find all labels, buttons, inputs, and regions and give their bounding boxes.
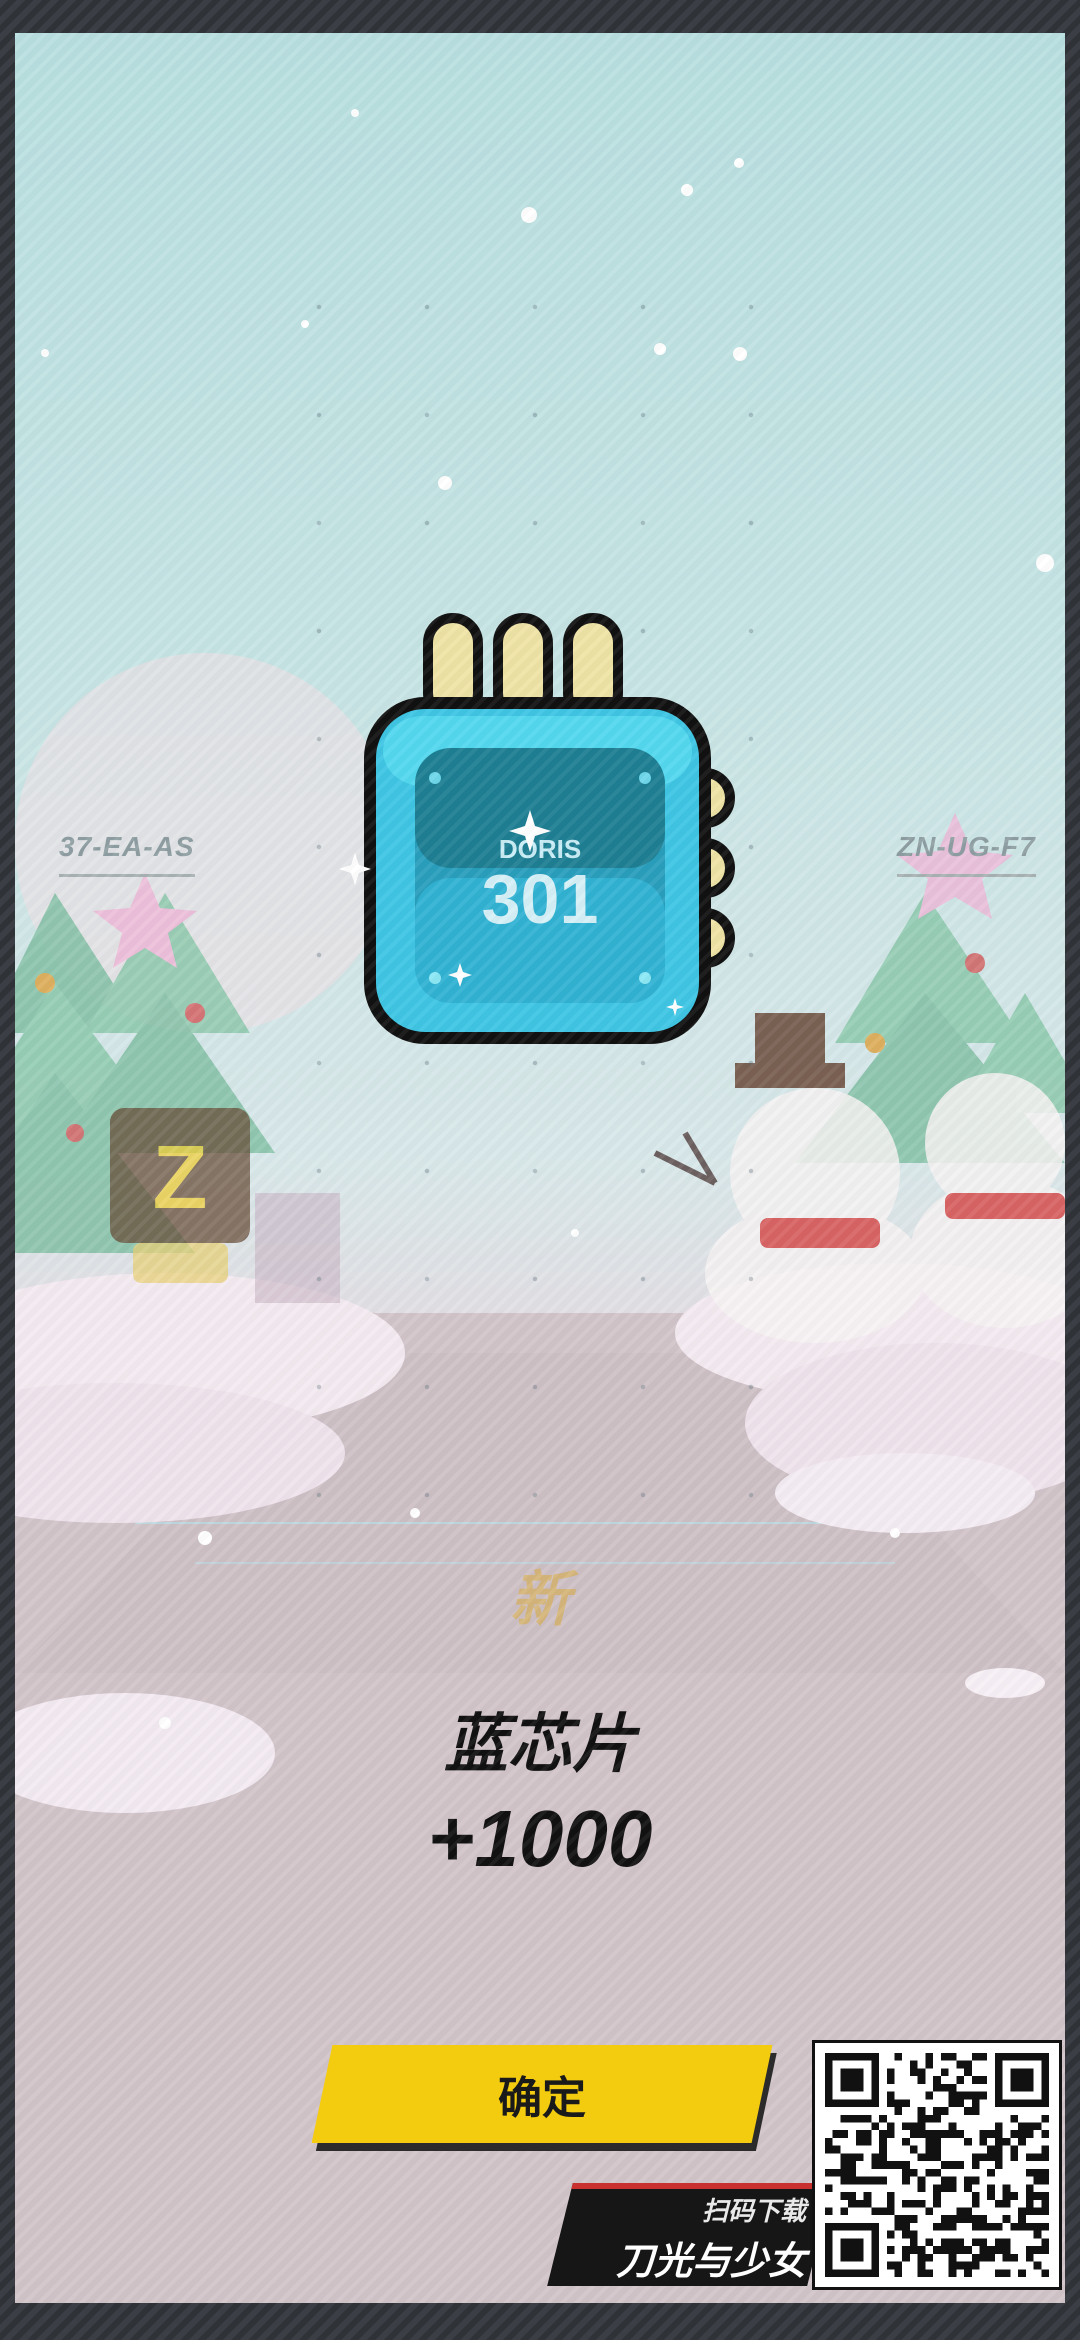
qr-code-icon[interactable] — [812, 2040, 1062, 2290]
winter-background-scene: Z — [15, 33, 1065, 2303]
reward-item-name: 蓝芯片 — [444, 1708, 636, 1782]
reward-item-amount: +1000 — [427, 1794, 653, 1883]
left-stage-marker: 37-EA-AS — [59, 831, 195, 877]
confirm-button-label: 确定 — [498, 2073, 586, 2124]
game-screen: Z 37-EA-AS ZN-UG-F7 DORIS 301 新 蓝芯片 +100… — [15, 33, 1065, 2303]
qr-code-pattern — [825, 2053, 1049, 2277]
confirm-button[interactable]: 确定 — [311, 2045, 773, 2143]
new-item-tag: 新 — [510, 1565, 570, 1635]
game-title-logo: 刀光与少女 — [615, 2239, 806, 2283]
blue-chip-icon: DORIS 301 — [339, 578, 800, 1078]
scan-download-text: 扫码下载 — [701, 2197, 806, 2227]
promo-banner: 扫码下载 刀光与少女 — [560, 2190, 820, 2286]
svg-text:Z: Z — [153, 1128, 208, 1228]
chip-number-text: 301 — [482, 860, 599, 938]
right-stage-marker: ZN-UG-F7 — [897, 831, 1036, 877]
